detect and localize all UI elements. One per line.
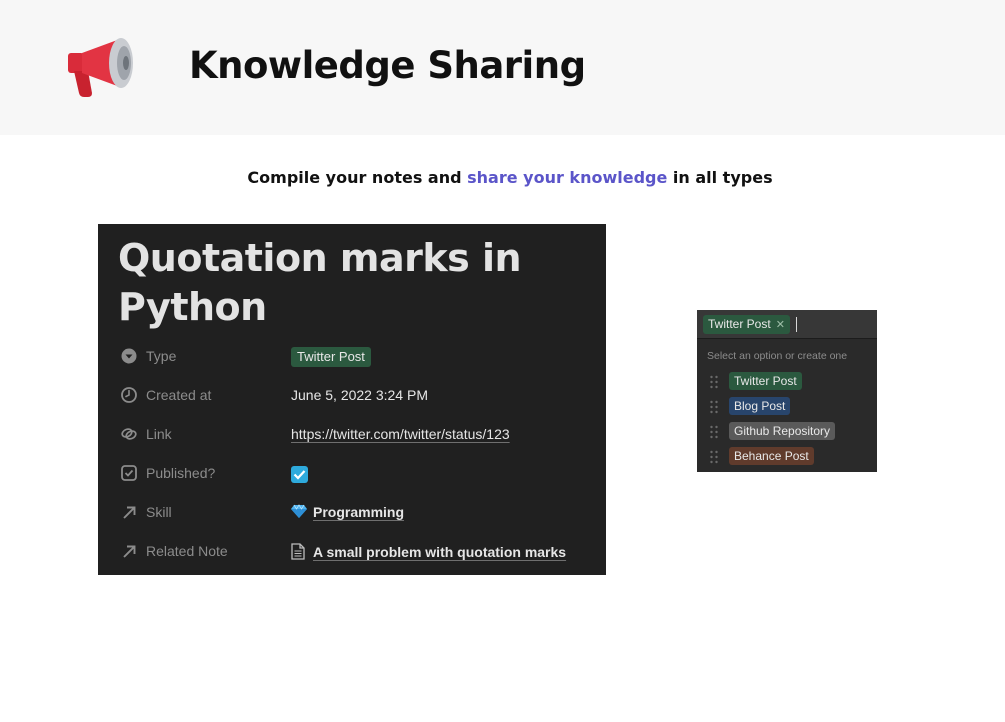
- subtitle-highlight: share your knowledge: [467, 168, 668, 187]
- property-label: Skill: [146, 504, 172, 520]
- property-value[interactable]: Twitter Post: [291, 347, 371, 367]
- property-skill[interactable]: Skill Programming: [98, 498, 606, 528]
- relation-arrow-icon: [123, 545, 136, 558]
- property-type[interactable]: Type Twitter Post: [98, 342, 606, 372]
- relation-arrow-icon: [123, 506, 136, 519]
- property-value: June 5, 2022 3:24 PM: [291, 387, 428, 403]
- megaphone-icon: [68, 38, 133, 97]
- text-cursor: [796, 317, 797, 332]
- skill-value[interactable]: Programming: [291, 504, 404, 520]
- option-item[interactable]: Blog Post: [697, 396, 877, 418]
- document-icon: [291, 543, 305, 560]
- related-note-link[interactable]: A small problem with quotation marks: [313, 544, 566, 560]
- property-label: Created at: [146, 387, 212, 403]
- clock-icon: [121, 387, 137, 403]
- link-value[interactable]: https://twitter.com/twitter/status/123: [291, 426, 510, 442]
- option-tag[interactable]: Behance Post: [729, 447, 814, 465]
- option-item[interactable]: Github Repository: [697, 421, 877, 443]
- remove-tag-icon[interactable]: ✕: [776, 319, 785, 331]
- notion-page-card: Quotation marks in Python Type Twitter P…: [98, 224, 606, 575]
- subtitle-text-end: in all types: [667, 168, 773, 187]
- selected-tag-label: Twitter Post: [708, 317, 771, 331]
- option-tag[interactable]: Blog Post: [729, 397, 791, 415]
- property-label: Related Note: [146, 543, 228, 559]
- skill-link[interactable]: Programming: [313, 504, 404, 520]
- option-item[interactable]: Twitter Post: [697, 371, 877, 393]
- drag-handle-icon[interactable]: [709, 375, 719, 389]
- published-checkbox[interactable]: [291, 466, 308, 483]
- drag-handle-icon[interactable]: [709, 425, 719, 439]
- option-tag[interactable]: Github Repository: [729, 422, 836, 440]
- dropdown-hint: Select an option or create one: [707, 350, 848, 362]
- page-subtitle: Compile your notes and share your knowle…: [0, 168, 1005, 187]
- select-dropdown: Twitter Post ✕ Select an option or create…: [697, 310, 877, 472]
- property-label: Type: [146, 348, 177, 364]
- option-tag[interactable]: Twitter Post: [729, 372, 802, 390]
- property-related-note[interactable]: Related Note A small problem with quotat…: [98, 537, 606, 567]
- gem-icon: [291, 504, 307, 518]
- select-icon: [121, 348, 137, 364]
- note-title: Quotation marks in Python: [118, 236, 522, 329]
- option-item[interactable]: Behance Post: [697, 446, 877, 468]
- subtitle-text: Compile your notes and: [247, 168, 468, 187]
- checkbox-icon: [121, 465, 137, 481]
- property-created-at: Created at June 5, 2022 3:24 PM: [98, 381, 606, 411]
- related-note-value[interactable]: A small problem with quotation marks: [291, 543, 566, 560]
- property-label: Published?: [146, 465, 216, 481]
- type-tag[interactable]: Twitter Post: [291, 347, 371, 367]
- page-header: Knowledge Sharing: [0, 0, 1005, 135]
- property-link[interactable]: Link https://twitter.com/twitter/status/…: [98, 420, 606, 450]
- drag-handle-icon[interactable]: [709, 400, 719, 414]
- checkmark-icon: [293, 470, 306, 480]
- page-title: Knowledge Sharing: [189, 44, 586, 87]
- property-published[interactable]: Published?: [98, 459, 606, 489]
- link-icon: [121, 428, 137, 440]
- property-label: Link: [146, 426, 172, 442]
- selected-tag[interactable]: Twitter Post ✕: [703, 315, 790, 334]
- drag-handle-icon[interactable]: [709, 450, 719, 464]
- select-input[interactable]: Twitter Post ✕: [697, 310, 877, 339]
